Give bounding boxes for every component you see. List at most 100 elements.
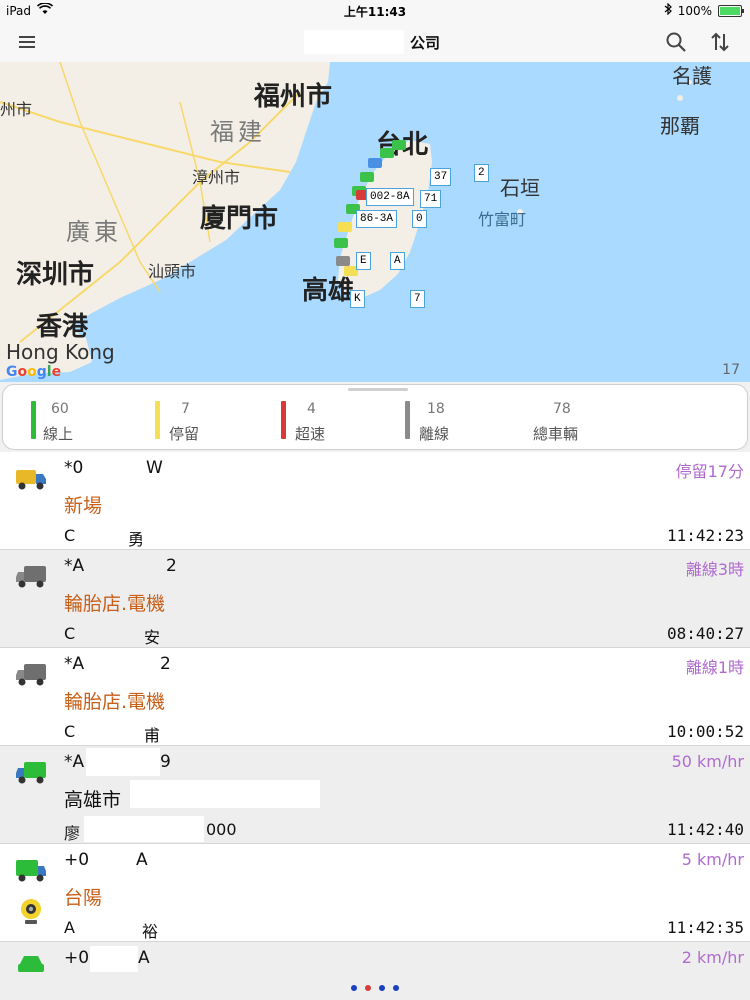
vehicle-status: 2 km/hr: [681, 948, 744, 967]
vehicle-plate-prefix: *A: [64, 556, 85, 576]
vehicle-plate-suffix: W: [146, 458, 163, 478]
map-label-nago: 名護: [672, 64, 712, 88]
bluetooth-icon: [664, 2, 672, 18]
vehicle-marker[interactable]: [338, 222, 352, 232]
list-item[interactable]: *A 2 輪胎店.電機 C 甫 離線1時 10:00:52: [0, 648, 750, 746]
vehicle-status: 停留17分: [675, 462, 744, 481]
page-dot[interactable]: [351, 985, 357, 991]
legend-stopped[interactable]: 7 停留: [155, 401, 245, 443]
driver-prefix: C: [64, 722, 76, 741]
redacted-driver: [80, 916, 140, 940]
green-truck-icon: [14, 758, 48, 788]
vehicle-marker[interactable]: [334, 238, 348, 248]
page-title-suffix: 公司: [410, 34, 441, 52]
battery-icon: [718, 4, 744, 17]
page-dot[interactable]: [393, 985, 399, 991]
vehicle-marker[interactable]: [380, 148, 394, 158]
list-item[interactable]: *0 W 新場 C 勇 停留17分 11:42:23: [0, 452, 750, 550]
menu-icon[interactable]: [16, 30, 40, 54]
gray-truck-icon: [14, 562, 48, 592]
map-label-ishigaki: 石垣: [500, 176, 540, 200]
map-label-hongkong: 香港: [36, 312, 89, 342]
legend-offline[interactable]: 18 離線: [405, 401, 495, 443]
map-label-zhangzhou: 漳州市: [192, 168, 241, 187]
vehicle-status: 離線1時: [685, 658, 744, 677]
vehicle-location: 輪胎店.電機: [64, 691, 166, 713]
page-indicator[interactable]: [0, 976, 750, 995]
vehicle-plate-prefix: +0: [64, 948, 90, 968]
map-label-taketomi: 竹富町: [478, 210, 527, 229]
map-label-shantou: 汕頭市: [148, 262, 197, 281]
green-truck-icon: [14, 856, 48, 886]
legend-label-stopped: 停留: [169, 425, 200, 443]
vehicle-marker[interactable]: [360, 172, 374, 182]
driver-suffix: 勇: [128, 530, 145, 549]
navigation-bar: 公司: [0, 22, 750, 63]
search-icon[interactable]: [664, 30, 688, 54]
vehicle-plate-suffix: A: [138, 948, 150, 968]
vehicle-time: 11:42:40: [666, 820, 744, 839]
vehicle-plate-suffix: 2: [166, 556, 177, 576]
legend-color-speeding: [281, 401, 286, 439]
driver-suffix: 裕: [142, 922, 159, 941]
vehicle-tag[interactable]: 86-3A: [356, 210, 398, 228]
map-label-shenzhen: 深圳市: [16, 260, 95, 290]
yellow-truck-icon: [14, 464, 48, 494]
vehicle-location: 台陽: [64, 887, 103, 909]
legend-color-online: [31, 401, 36, 439]
legend-count-stopped: 7: [181, 401, 190, 417]
vehicle-marker[interactable]: [368, 158, 382, 168]
legend-label-online: 線上: [43, 425, 74, 443]
driver-prefix: C: [64, 624, 76, 643]
redacted-plate: [90, 848, 134, 874]
driver-suffix: 安: [144, 628, 161, 647]
map-label-naha: 那覇: [660, 114, 700, 138]
vehicle-list[interactable]: *0 W 新場 C 勇 停留17分 11:42:23 *A 2 輪胎店.電機 C…: [0, 452, 750, 1000]
vehicle-tag[interactable]: 71: [420, 190, 442, 208]
list-item[interactable]: *A 9 高雄市 廖 000 50 km/hr 11:42:40: [0, 746, 750, 844]
map-zoom-level: 17: [722, 362, 740, 378]
vehicle-location: 高雄市: [64, 789, 122, 811]
sort-icon[interactable]: [708, 30, 732, 54]
redacted-driver: [78, 622, 142, 646]
page-dot[interactable]: [379, 985, 385, 991]
legend-speeding[interactable]: 4 超速: [281, 401, 371, 443]
status-legend: 60 線上 7 停留 4 超速 18 離線 78 總車輛: [0, 382, 750, 452]
legend-total[interactable]: 78 總車輛: [533, 401, 623, 443]
gray-truck-icon: [14, 660, 48, 690]
vehicle-plate-prefix: *A: [64, 752, 85, 772]
camera-icon: [18, 896, 44, 926]
legend-count-offline: 18: [427, 401, 445, 417]
vehicle-tag[interactable]: 37: [430, 168, 452, 186]
vehicle-plate-suffix: 9: [160, 752, 171, 772]
vehicle-tag[interactable]: 7: [410, 290, 425, 308]
list-item[interactable]: *A 2 輪胎店.電機 C 安 離線3時 08:40:27: [0, 550, 750, 648]
vehicle-marker[interactable]: [336, 256, 350, 266]
vehicle-tag[interactable]: 0: [412, 210, 427, 228]
clock: 上午11:43: [343, 5, 407, 19]
vehicle-tag[interactable]: 002-8A: [366, 188, 414, 206]
legend-count-speeding: 4: [307, 401, 316, 417]
list-item[interactable]: +0 A 台陽 A 裕 5 km/hr 11:42:35: [0, 844, 750, 942]
redacted-company-name: [304, 30, 404, 54]
vehicle-tag[interactable]: K: [350, 290, 365, 308]
google-logo: Google: [6, 364, 62, 380]
redacted-address: [130, 780, 320, 808]
drag-handle[interactable]: [348, 388, 408, 391]
green-car-icon: [14, 948, 48, 978]
legend-label-total: 總車輛: [533, 425, 579, 443]
vehicle-tag[interactable]: 2: [474, 164, 489, 182]
vehicle-plate-prefix: *A: [64, 654, 85, 674]
vehicle-time: 11:42:23: [666, 526, 744, 545]
vehicle-marker[interactable]: [392, 140, 406, 150]
vehicle-tag[interactable]: E: [356, 252, 371, 270]
driver-suffix: 甫: [144, 726, 161, 745]
redacted-plate: [90, 946, 138, 972]
map-view[interactable]: 州市 福州市 福建 漳州市 廈門市 廣東 汕頭市 深圳市 香港 Hong Kon…: [0, 62, 750, 382]
redacted-plate: [86, 748, 160, 776]
map-label-fujian: 福建: [210, 118, 266, 146]
legend-online[interactable]: 60 線上: [31, 401, 121, 443]
vehicle-tag[interactable]: A: [390, 252, 405, 270]
page-dot-active[interactable]: [365, 985, 371, 991]
battery-percent: 100%: [677, 3, 712, 18]
